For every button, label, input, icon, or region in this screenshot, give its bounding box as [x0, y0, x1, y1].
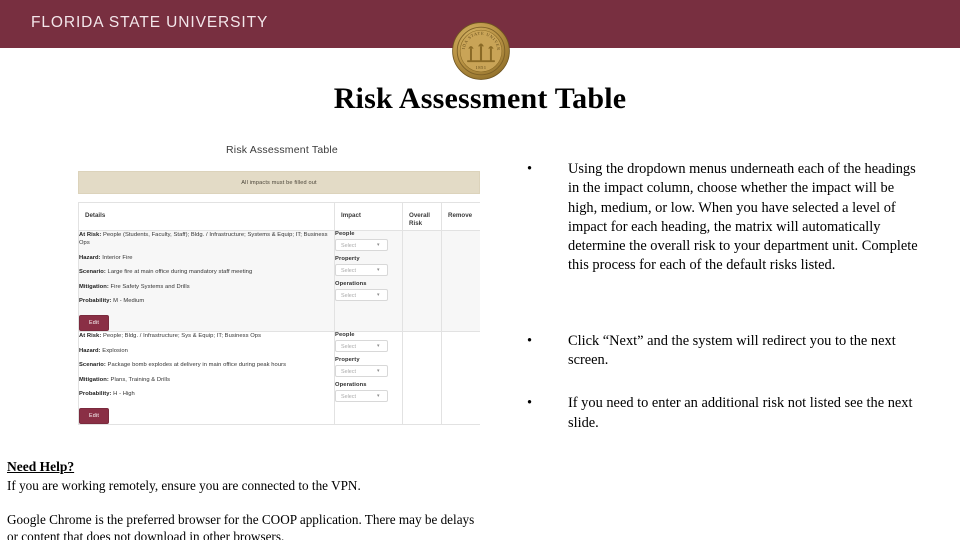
chevron-down-icon: ▾	[377, 343, 380, 350]
detail-scenario: Scenario: Package bomb explodes at deliv…	[79, 361, 334, 369]
detail-value-mitigation: Plans, Training & Drills	[110, 376, 171, 383]
impact-select-people[interactable]: Select ▾	[335, 239, 388, 251]
detail-value-hazard: Interior Fire	[102, 254, 133, 261]
detail-value-probability: M - Medium	[113, 297, 145, 304]
impact-select-property-value: Select	[341, 267, 356, 274]
details-cell: At Risk: People (Students, Faculty, Staf…	[78, 229, 335, 333]
impact-select-people-value: Select	[341, 242, 356, 249]
impact-label-property: Property	[335, 357, 360, 364]
impact-select-people[interactable]: Select ▾	[335, 340, 388, 353]
chevron-down-icon: ▾	[377, 393, 380, 400]
detail-hazard: Hazard: Interior Fire	[79, 254, 334, 262]
detail-value-scenario: Large fire at main office during mandato…	[107, 269, 253, 276]
impact-select-operations-value: Select	[341, 292, 356, 299]
detail-label-mitigation: Mitigation:	[79, 283, 109, 290]
impact-select-operations[interactable]: Select ▾	[335, 390, 388, 403]
list-item-text: Using the dropdown menus underneath each…	[568, 161, 918, 274]
detail-mitigation: Mitigation: Plans, Training & Drills	[79, 376, 334, 384]
overall-risk-line-2: Risk	[409, 219, 423, 227]
detail-hazard: Hazard: Explosion	[79, 347, 334, 355]
impact-select-property[interactable]: Select ▾	[335, 264, 388, 276]
detail-at-risk: At Risk: People; Bldg. / Infrastructure;…	[79, 332, 334, 340]
list-item-text: If you need to enter an additional risk …	[568, 395, 913, 431]
need-help-title: Need Help?	[7, 459, 75, 474]
page-title: Risk Assessment Table	[333, 82, 627, 115]
fsu-wordmark: FLORIDA STATE UNIVERSITY	[31, 14, 269, 31]
detail-scenario: Scenario: Large fire at main office duri…	[79, 268, 334, 276]
impact-select-operations-value: Select	[341, 393, 356, 400]
table-row: At Risk: People; Bldg. / Infrastructure;…	[78, 331, 480, 426]
impact-select-property-value: Select	[341, 368, 356, 375]
detail-value-probability: H - High	[113, 390, 135, 397]
svg-text:1851: 1851	[475, 66, 486, 71]
bullet-icon: •	[527, 161, 533, 177]
detail-value-scenario: Package bomb explodes at delivery in mai…	[107, 362, 287, 369]
detail-mitigation: Mitigation: Fire Safety Systems and Dril…	[79, 283, 334, 291]
impact-label-people: People	[335, 231, 355, 237]
alert-banner: All impacts must be filled out	[78, 171, 480, 194]
overall-risk-line-1: Overall	[409, 212, 430, 219]
detail-label-hazard: Hazard:	[79, 347, 101, 354]
column-header-remove: Remove	[441, 202, 480, 231]
list-item: • Click “Next” and the system will redir…	[520, 332, 920, 371]
edit-button[interactable]: Edit	[79, 315, 110, 332]
list-item-text: Click “Next” and the system will redirec…	[568, 332, 896, 369]
detail-value-at-risk: People; Bldg. / Infrastructure; Sys & Eq…	[102, 333, 262, 340]
details-cell: At Risk: People; Bldg. / Infrastructure;…	[78, 331, 335, 426]
column-header-overall-risk: Overall Risk	[402, 202, 442, 231]
overall-risk-cell	[402, 331, 442, 426]
edit-button[interactable]: Edit	[79, 408, 110, 425]
slide-canvas: FLORIDA STATE UNIVERSITY FLORIDA STATE U…	[0, 0, 960, 540]
impact-label-people: People	[335, 332, 355, 339]
bullet-icon: •	[527, 395, 533, 412]
instructions-list: • Using the dropdown menus underneath ea…	[520, 160, 920, 433]
detail-label-mitigation: Mitigation:	[79, 376, 109, 383]
chevron-down-icon: ▾	[377, 242, 380, 248]
detail-value-at-risk: People (Students, Faculty, Staff); Bldg.…	[79, 232, 328, 247]
impact-select-operations[interactable]: Select ▾	[335, 289, 388, 301]
detail-label-scenario: Scenario:	[79, 362, 106, 369]
impact-cell: People Select ▾ Property Select ▾ Operat…	[334, 331, 403, 426]
chevron-down-icon: ▾	[377, 267, 380, 273]
impact-label-operations: Operations	[335, 281, 367, 287]
bullet-icon: •	[527, 332, 533, 349]
app-heading: Risk Assessment Table	[226, 144, 338, 156]
impact-label-operations: Operations	[335, 382, 367, 389]
alert-banner-text: All impacts must be filled out	[241, 179, 317, 186]
risk-assessment-app-screenshot: Risk Assessment Table All impacts must b…	[78, 140, 480, 432]
need-help-block: Need Help? If you are working remotely, …	[7, 458, 527, 540]
detail-label-at-risk: At Risk:	[79, 333, 102, 340]
remove-cell[interactable]	[441, 229, 480, 333]
need-help-vpn-line: If you are working remotely, ensure you …	[7, 477, 361, 493]
chevron-down-icon: ▾	[377, 368, 380, 375]
chevron-down-icon: ▾	[377, 292, 380, 298]
overall-risk-cell	[402, 229, 442, 333]
detail-at-risk: At Risk: People (Students, Faculty, Staf…	[79, 231, 334, 248]
remove-cell[interactable]	[441, 331, 480, 426]
impact-label-property: Property	[335, 256, 360, 262]
detail-label-probability: Probability:	[79, 297, 112, 304]
detail-label-scenario: Scenario:	[79, 269, 106, 276]
detail-label-at-risk: At Risk:	[79, 232, 102, 238]
column-header-impact: Impact	[334, 202, 403, 231]
table-header-row: Details Impact Overall Risk Remove	[78, 202, 480, 231]
detail-label-probability: Probability:	[79, 390, 112, 397]
detail-value-hazard: Explosion	[102, 347, 128, 354]
detail-label-hazard: Hazard:	[79, 254, 101, 261]
table-row: At Risk: People (Students, Faculty, Staf…	[78, 229, 480, 333]
detail-value-mitigation: Fire Safety Systems and Drills	[110, 283, 190, 290]
detail-probability: Probability: M - Medium	[79, 297, 334, 305]
fsu-seal-icon: FLORIDA STATE UNIVERSITY 1851	[450, 18, 510, 80]
list-item: • Using the dropdown menus underneath ea…	[520, 160, 920, 276]
column-header-details: Details	[78, 202, 335, 231]
risk-table: Details Impact Overall Risk Remove At Ri…	[78, 202, 480, 426]
need-help-browser-line: Google Chrome is the preferred browser f…	[7, 511, 475, 540]
impact-select-people-value: Select	[341, 343, 356, 350]
impact-select-property[interactable]: Select ▾	[335, 365, 388, 378]
impact-cell: People Select ▾ Property Select ▾ Operat…	[334, 229, 403, 333]
list-item: • If you need to enter an additional ris…	[520, 394, 920, 433]
detail-probability: Probability: H - High	[79, 390, 334, 398]
